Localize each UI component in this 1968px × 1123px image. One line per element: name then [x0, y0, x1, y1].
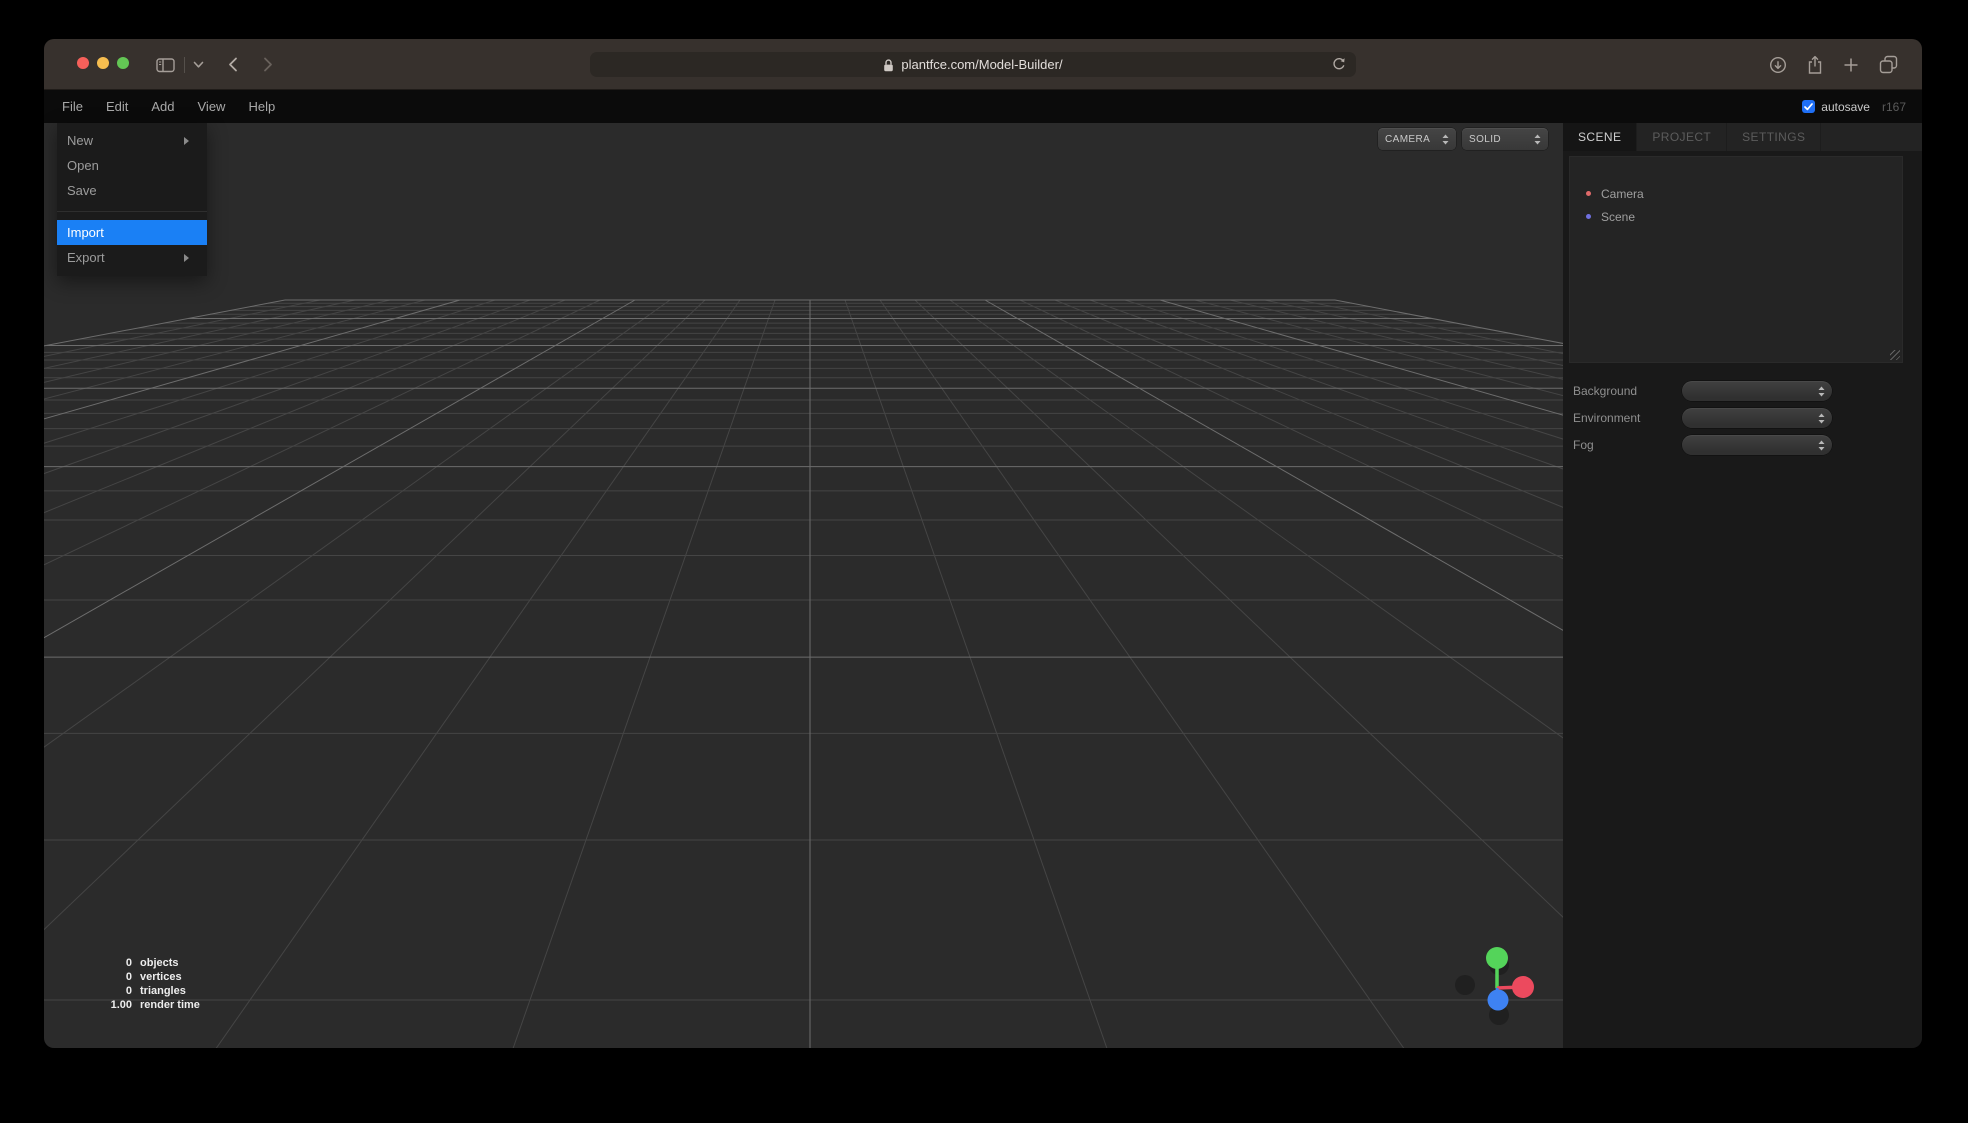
screen: plantfce.com/Model-Builder/ — [0, 0, 1968, 1123]
outliner-item-scene[interactable]: Scene — [1570, 205, 1902, 228]
environment-label: Environment — [1563, 411, 1682, 425]
reload-icon[interactable] — [1331, 56, 1347, 72]
background-label: Background — [1563, 384, 1682, 398]
fog-label: Fog — [1563, 438, 1682, 452]
stat-render-time: 1.00render time — [92, 998, 200, 1012]
browser-window: plantfce.com/Model-Builder/ — [44, 39, 1922, 1048]
axes-gizmo[interactable] — [1432, 923, 1562, 1048]
tab-settings[interactable]: SETTINGS — [1727, 123, 1821, 151]
close-window-button[interactable] — [77, 57, 89, 69]
select-arrows-icon — [1818, 413, 1825, 424]
menu-edit[interactable]: Edit — [106, 99, 128, 114]
file-menu-export[interactable]: Export — [57, 245, 207, 270]
scene-properties: Background Environment Fog — [1563, 377, 1922, 458]
shading-select-value: SOLID — [1469, 134, 1501, 145]
zoom-window-button[interactable] — [117, 57, 129, 69]
autosave-label[interactable]: autosave — [1821, 100, 1870, 114]
stat-objects: 0objects — [92, 956, 200, 970]
axis-neg-x-ball[interactable] — [1455, 975, 1475, 995]
fog-select[interactable] — [1682, 435, 1832, 455]
url-text: plantfce.com/Model-Builder/ — [901, 57, 1062, 72]
axis-y-ball[interactable] — [1486, 947, 1508, 969]
toolbar-divider — [184, 57, 185, 73]
scene-outliner[interactable]: Camera Scene — [1569, 156, 1903, 363]
ground-grid — [44, 123, 1563, 1048]
outliner-item-camera[interactable]: Camera — [1570, 182, 1902, 205]
submenu-arrow-icon — [184, 254, 189, 262]
camera-dot-icon — [1586, 191, 1591, 196]
select-arrows-icon — [1442, 134, 1449, 145]
tab-overview-icon[interactable] — [1879, 55, 1898, 74]
environment-select[interactable] — [1682, 408, 1832, 428]
camera-select[interactable]: CAMERA — [1378, 128, 1456, 150]
address-bar[interactable]: plantfce.com/Model-Builder/ — [590, 52, 1356, 77]
file-menu-new-label: New — [67, 133, 93, 148]
outliner-item-label: Camera — [1601, 187, 1644, 201]
submenu-arrow-icon — [184, 137, 189, 145]
minimize-window-button[interactable] — [97, 57, 109, 69]
menu-file[interactable]: File — [62, 99, 83, 114]
file-menu-export-label: Export — [67, 250, 105, 265]
shading-select[interactable]: SOLID — [1462, 128, 1548, 150]
file-dropdown-menu: New Open Save Import Export — [57, 123, 207, 276]
file-menu-save[interactable]: Save — [57, 178, 207, 203]
editor-menubar: File Edit Add View Help autosave r167 — [44, 90, 1922, 123]
menu-divider — [57, 211, 207, 212]
tab-project[interactable]: PROJECT — [1637, 123, 1727, 151]
menu-view[interactable]: View — [198, 99, 226, 114]
background-select[interactable] — [1682, 381, 1832, 401]
downloads-icon[interactable] — [1769, 56, 1787, 74]
axis-z-ball[interactable] — [1488, 990, 1509, 1011]
3d-viewport[interactable]: CAMERA SOLID 0objects 0vertices 0triangl… — [44, 123, 1563, 1048]
lock-icon — [883, 57, 894, 73]
environment-row: Environment — [1563, 404, 1922, 431]
new-tab-icon[interactable] — [1843, 57, 1859, 73]
select-arrows-icon — [1818, 386, 1825, 397]
file-menu-save-label: Save — [67, 183, 97, 198]
file-menu-new[interactable]: New — [57, 128, 207, 153]
menu-help[interactable]: Help — [248, 99, 275, 114]
share-icon[interactable] — [1807, 55, 1823, 75]
select-arrows-icon — [1534, 134, 1541, 145]
axis-x-ball[interactable] — [1512, 976, 1534, 998]
file-menu-open-label: Open — [67, 158, 99, 173]
file-menu-import-label: Import — [67, 225, 104, 240]
outliner-item-label: Scene — [1601, 210, 1635, 224]
back-icon[interactable] — [228, 57, 238, 72]
scene-dot-icon — [1586, 214, 1591, 219]
camera-select-value: CAMERA — [1385, 134, 1430, 145]
window-controls — [77, 57, 129, 69]
menu-add[interactable]: Add — [151, 99, 174, 114]
fog-row: Fog — [1563, 431, 1922, 458]
revision-label: r167 — [1882, 100, 1906, 114]
autosave-checkbox[interactable] — [1802, 100, 1815, 113]
stat-vertices: 0vertices — [92, 970, 200, 984]
tab-scene[interactable]: SCENE — [1563, 123, 1637, 151]
background-row: Background — [1563, 377, 1922, 404]
select-arrows-icon — [1818, 440, 1825, 451]
sidebar-panel: SCENE PROJECT SETTINGS Camera Scene — [1563, 123, 1922, 1048]
sidebar-tabs: SCENE PROJECT SETTINGS — [1563, 123, 1922, 151]
tab-group-chevron-icon[interactable] — [193, 61, 204, 69]
sidebar-icon[interactable] — [156, 57, 175, 73]
stat-triangles: 0triangles — [92, 984, 200, 998]
resize-gripper[interactable] — [1890, 350, 1900, 360]
browser-toolbar: plantfce.com/Model-Builder/ — [44, 39, 1922, 90]
file-menu-import[interactable]: Import — [57, 220, 207, 245]
render-stats: 0objects 0vertices 0triangles 1.00render… — [92, 956, 200, 1012]
file-menu-open[interactable]: Open — [57, 153, 207, 178]
forward-icon[interactable] — [263, 57, 273, 72]
